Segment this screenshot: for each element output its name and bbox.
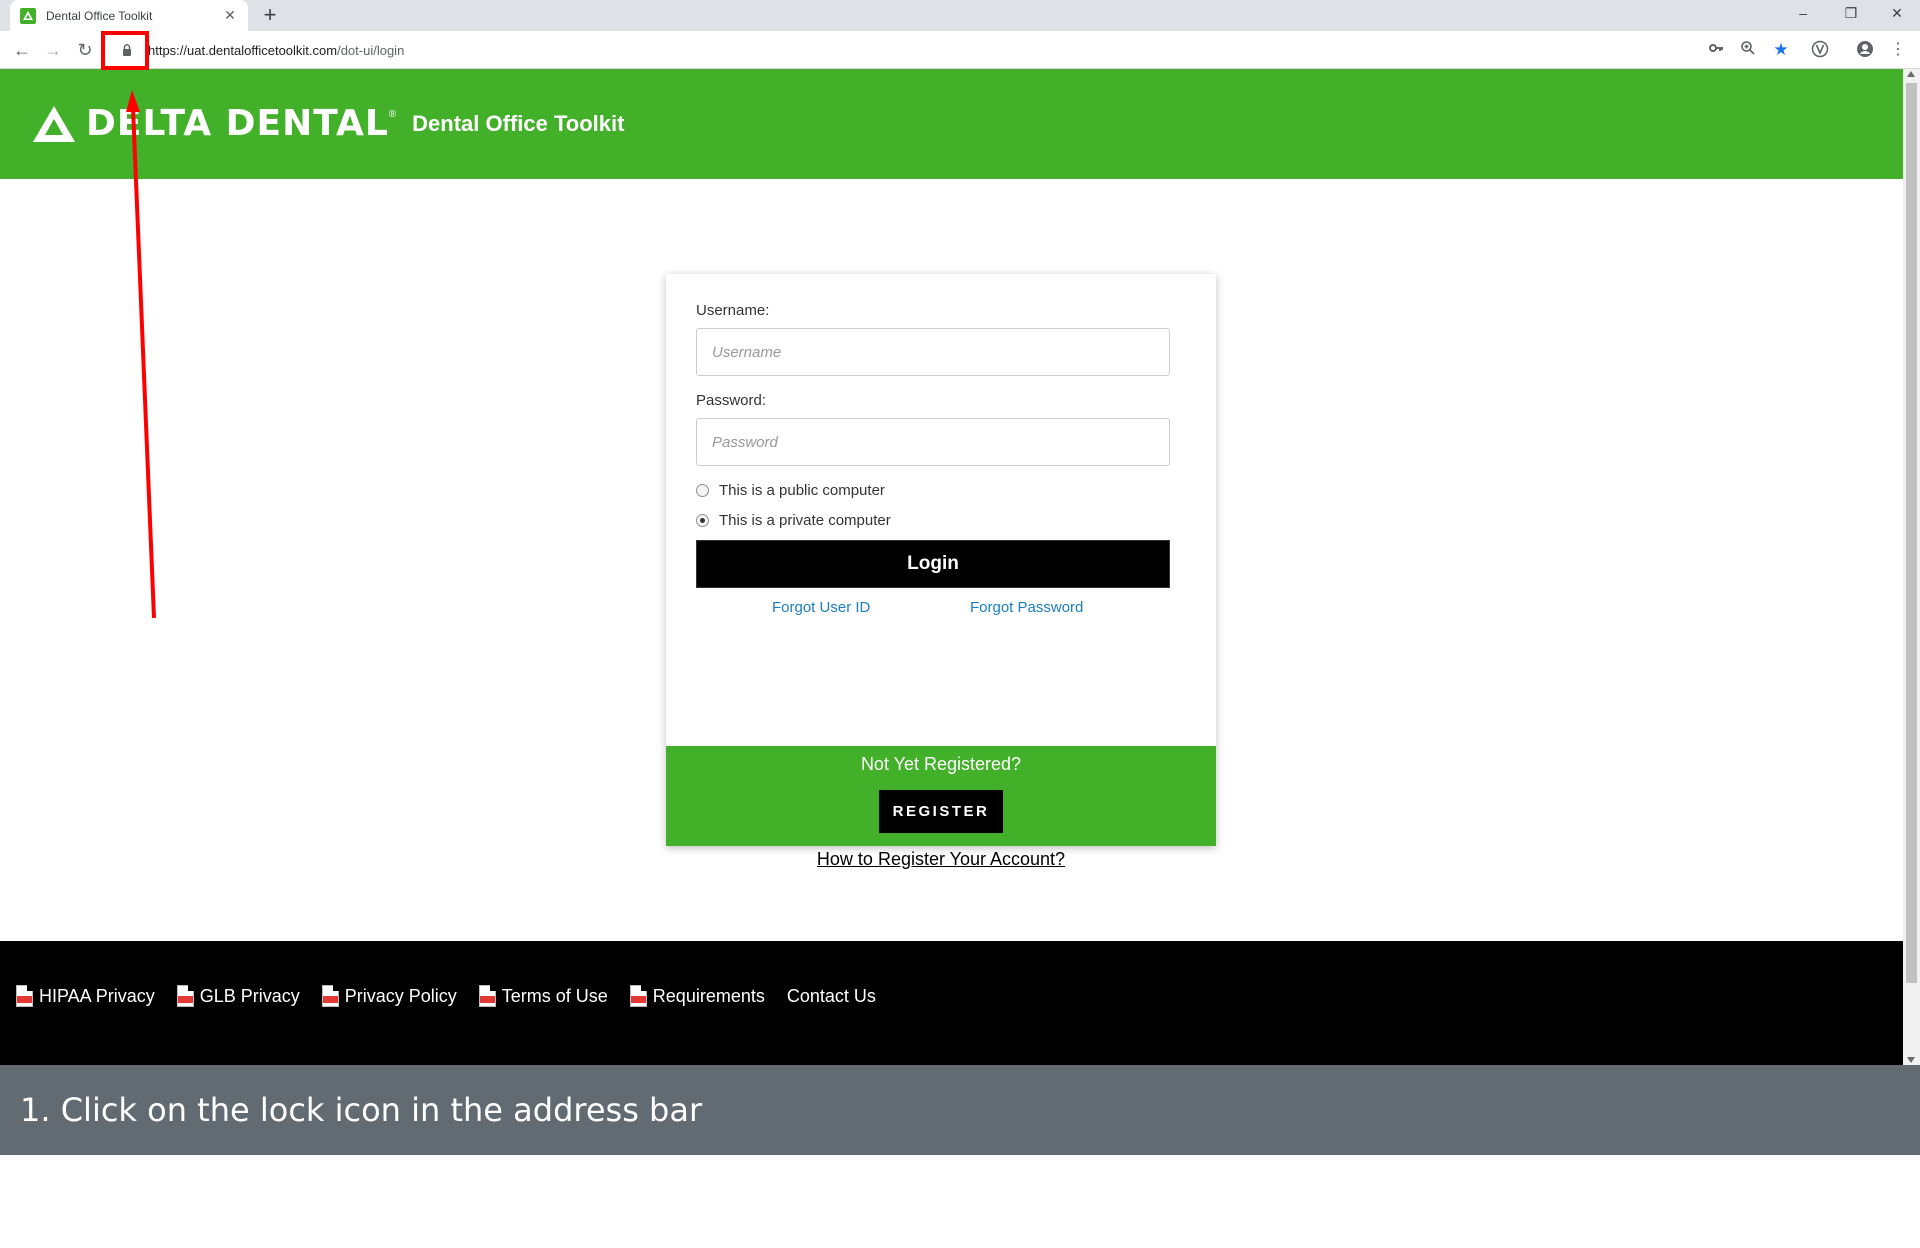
forgot-password-link[interactable]: Forgot Password [970, 599, 1083, 616]
how-to-register-link[interactable]: How to Register Your Account? [666, 849, 1216, 870]
password-input[interactable] [696, 418, 1170, 466]
footer-link-label: HIPAA Privacy [39, 985, 155, 1006]
scroll-down-icon[interactable] [1907, 1057, 1915, 1063]
url-path: /dot-ui/login [337, 42, 405, 58]
back-icon[interactable]: ← [10, 38, 34, 62]
forgot-user-id-link[interactable]: Forgot User ID [772, 599, 870, 616]
browser-tab[interactable]: Dental Office Toolkit ✕ [10, 0, 248, 31]
url-text[interactable]: https://uat.dentalofficetoolkit.com/dot-… [148, 43, 404, 58]
close-tab-icon[interactable]: ✕ [222, 7, 238, 24]
username-input[interactable] [696, 328, 1170, 376]
footer-link-label: GLB Privacy [199, 985, 300, 1006]
page-scrollbar[interactable] [1903, 69, 1920, 1065]
extension-icon[interactable] [1810, 40, 1830, 60]
pdf-icon [478, 985, 496, 1007]
lock-highlight-box [101, 31, 149, 70]
registered-mark: ® [388, 109, 397, 120]
footer-link-hipaa-privacy[interactable]: HIPAA Privacy [16, 985, 155, 1007]
pdf-icon [176, 985, 194, 1007]
footer-link-glb-privacy[interactable]: GLB Privacy [176, 985, 300, 1007]
scroll-thumb[interactable] [1906, 83, 1917, 983]
delta-dental-favicon-icon [20, 7, 36, 24]
browser-tab-strip: Dental Office Toolkit ✕ + – ❐ ✕ [0, 0, 1920, 31]
brand[interactable]: DELTA DENTAL ® Dental Office Toolkit [32, 103, 624, 144]
site-footer: HIPAA Privacy GLB Privacy Privacy Policy… [0, 941, 1903, 1065]
username-label: Username: [696, 302, 770, 319]
footer-link-requirements[interactable]: Requirements [629, 985, 765, 1007]
minimize-icon[interactable]: – [1780, 0, 1826, 26]
new-tab-icon[interactable]: + [258, 3, 282, 27]
browser-toolbar: ← → ↻ https://uat.dentalofficetoolkit.co… [0, 31, 1920, 69]
private-computer-radio[interactable] [696, 514, 709, 527]
forward-icon[interactable]: → [41, 38, 65, 62]
site-subtitle: Dental Office Toolkit [412, 110, 625, 136]
login-button[interactable]: Login [696, 540, 1170, 588]
instruction-caption-bar: 1. Click on the lock icon in the address… [0, 1065, 1920, 1155]
address-bar[interactable]: https://uat.dentalofficetoolkit.com/dot-… [110, 36, 1770, 64]
pdf-icon [16, 985, 33, 1007]
password-label: Password: [696, 392, 767, 409]
public-computer-radio[interactable] [696, 484, 709, 497]
close-window-icon[interactable]: ✕ [1874, 0, 1920, 26]
brand-logo-text: DELTA DENTAL [86, 103, 389, 144]
tab-title: Dental Office Toolkit [46, 8, 153, 23]
footer-link-label: Privacy Policy [344, 985, 457, 1006]
scroll-up-icon[interactable] [1907, 71, 1915, 77]
profile-icon[interactable] [1855, 40, 1875, 60]
pdf-icon [629, 985, 647, 1007]
reload-icon[interactable]: ↻ [73, 38, 97, 62]
footer-link-label: Contact Us [786, 985, 876, 1006]
pdf-icon [321, 985, 339, 1007]
bookmark-star-icon[interactable]: ★ [1771, 40, 1791, 60]
key-icon[interactable] [1706, 40, 1726, 60]
zoom-icon[interactable] [1738, 40, 1758, 60]
site-header: DELTA DENTAL ® Dental Office Toolkit [0, 69, 1903, 179]
footer-link-contact-us[interactable]: Contact Us [787, 986, 876, 1007]
register-button[interactable]: REGISTER [879, 790, 1003, 833]
public-computer-label: This is a public computer [719, 482, 885, 499]
footer-link-label: Terms of Use [501, 985, 608, 1006]
register-section: Not Yet Registered? REGISTER [666, 746, 1216, 846]
footer-links: HIPAA Privacy GLB Privacy Privacy Policy… [16, 985, 898, 1007]
restore-icon[interactable]: ❐ [1828, 0, 1874, 26]
private-computer-option[interactable]: This is a private computer [696, 512, 891, 529]
public-computer-option[interactable]: This is a public computer [696, 482, 885, 499]
register-title: Not Yet Registered? [860, 754, 1022, 774]
delta-dental-logo-icon [33, 105, 75, 142]
login-card: Username: Password: This is a public com… [666, 274, 1216, 846]
instruction-caption: 1. Click on the lock icon in the address… [20, 1091, 703, 1129]
private-computer-label: This is a private computer [719, 512, 891, 529]
menu-icon[interactable]: ⋮ [1888, 40, 1908, 60]
url-host: https://uat.dentalofficetoolkit.com [148, 42, 338, 58]
footer-link-terms-of-use[interactable]: Terms of Use [478, 985, 608, 1007]
footer-link-label: Requirements [652, 985, 765, 1006]
footer-link-privacy-policy[interactable]: Privacy Policy [321, 985, 457, 1007]
